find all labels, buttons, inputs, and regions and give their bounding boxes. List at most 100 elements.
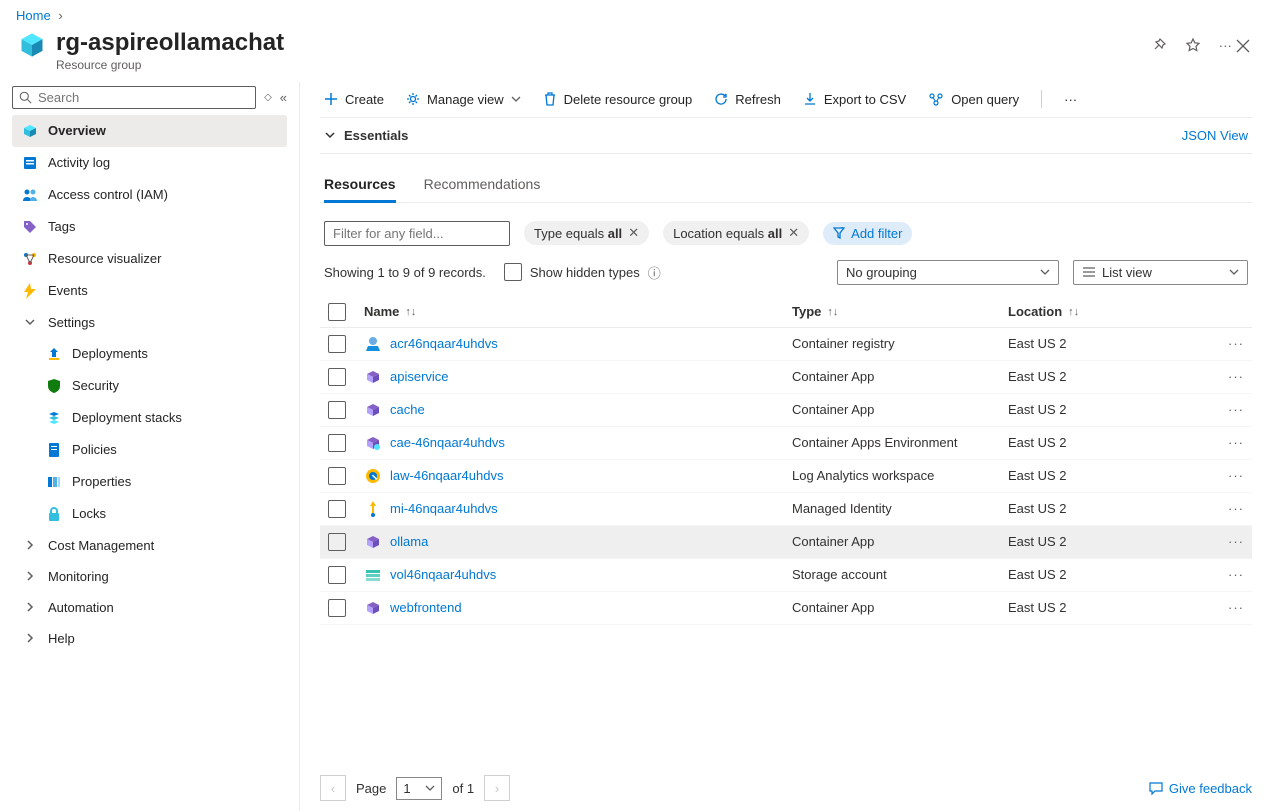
row-more-button[interactable]: ···	[1208, 567, 1244, 582]
sidebar-item-activity-log[interactable]: Activity log	[12, 147, 287, 179]
row-checkbox[interactable]	[328, 434, 346, 452]
resource-link[interactable]: cache	[390, 402, 425, 417]
open-query-button[interactable]: Open query	[928, 90, 1019, 109]
table-row[interactable]: law-46nqaar4uhdvsLog Analytics workspace…	[320, 460, 1252, 493]
row-more-button[interactable]: ···	[1208, 435, 1244, 450]
row-checkbox[interactable]	[328, 368, 346, 386]
show-hidden-checkbox[interactable]	[504, 263, 522, 281]
view-dropdown[interactable]: List view	[1073, 260, 1248, 285]
resource-link[interactable]: mi-46nqaar4uhdvs	[390, 501, 498, 516]
chevron-down-icon	[324, 129, 336, 141]
column-header-type[interactable]: Type↑↓	[792, 304, 1008, 319]
feedback-link[interactable]: Give feedback	[1149, 781, 1252, 796]
close-icon[interactable]: ✕	[628, 225, 639, 241]
row-checkbox[interactable]	[328, 500, 346, 518]
row-more-button[interactable]: ···	[1208, 600, 1244, 615]
create-button[interactable]: Create	[324, 90, 384, 109]
add-filter-button[interactable]: Add filter	[823, 222, 912, 245]
row-checkbox[interactable]	[328, 401, 346, 419]
pin-button[interactable]	[1149, 35, 1169, 55]
row-more-button[interactable]: ···	[1208, 534, 1244, 549]
close-icon[interactable]: ✕	[788, 225, 799, 241]
table-row[interactable]: webfrontendContainer AppEast US 2···	[320, 592, 1252, 625]
row-more-button[interactable]: ···	[1208, 369, 1244, 384]
sidebar-search[interactable]	[12, 86, 256, 109]
table-row[interactable]: apiserviceContainer AppEast US 2···	[320, 361, 1252, 394]
row-more-button[interactable]: ···	[1208, 468, 1244, 483]
resource-link[interactable]: apiservice	[390, 369, 449, 384]
table-row[interactable]: vol46nqaar4uhdvsStorage accountEast US 2…	[320, 559, 1252, 592]
row-more-button[interactable]: ···	[1208, 336, 1244, 351]
more-actions-button[interactable]: ···	[1217, 36, 1234, 55]
row-checkbox[interactable]	[328, 566, 346, 584]
delete-button[interactable]: Delete resource group	[543, 90, 693, 109]
resource-link[interactable]: law-46nqaar4uhdvs	[390, 468, 503, 483]
filter-pill-location[interactable]: Location equals all ✕	[663, 221, 809, 245]
row-checkbox[interactable]	[328, 335, 346, 353]
sidebar-item-locks[interactable]: Locks	[12, 498, 287, 530]
sidebar-search-input[interactable]	[38, 90, 249, 105]
row-checkbox[interactable]	[328, 599, 346, 617]
sidebar-item-policies[interactable]: Policies	[12, 434, 287, 466]
sidebar-item-deployment-stacks[interactable]: Deployment stacks	[12, 402, 287, 434]
sidebar-item-iam[interactable]: Access control (IAM)	[12, 179, 287, 211]
column-header-name[interactable]: Name↑↓	[364, 304, 792, 319]
next-page-button[interactable]: ›	[484, 775, 510, 801]
resource-link[interactable]: vol46nqaar4uhdvs	[390, 567, 496, 582]
sidebar-section-settings[interactable]: Settings	[12, 307, 287, 338]
select-all-checkbox[interactable]	[328, 303, 346, 321]
tab-recommendations[interactable]: Recommendations	[424, 176, 541, 202]
sidebar-section-cost[interactable]: Cost Management	[12, 530, 287, 561]
filter-pill-type[interactable]: Type equals all ✕	[524, 221, 649, 245]
close-button[interactable]	[1234, 37, 1252, 55]
query-icon	[928, 92, 944, 106]
chevron-right-icon	[22, 540, 38, 550]
json-view-link[interactable]: JSON View	[1182, 128, 1248, 143]
row-checkbox[interactable]	[328, 467, 346, 485]
resource-group-icon	[16, 29, 48, 61]
sidebar-section-help[interactable]: Help	[12, 623, 287, 654]
table-row[interactable]: ollamaContainer AppEast US 2···	[320, 526, 1252, 559]
sidebar-item-visualizer[interactable]: Resource visualizer	[12, 243, 287, 275]
info-icon[interactable]: ⓘ	[648, 263, 661, 282]
row-more-button[interactable]: ···	[1208, 501, 1244, 516]
toolbar-more-button[interactable]: ···	[1064, 90, 1077, 109]
resource-link[interactable]: acr46nqaar4uhdvs	[390, 336, 498, 351]
expand-icon[interactable]: ◇	[264, 92, 272, 103]
sidebar-section-automation[interactable]: Automation	[12, 592, 287, 623]
refresh-button[interactable]: Refresh	[714, 90, 781, 109]
favorite-button[interactable]	[1183, 35, 1203, 55]
sidebar-section-monitoring[interactable]: Monitoring	[12, 561, 287, 592]
row-checkbox[interactable]	[328, 533, 346, 551]
breadcrumb-home[interactable]: Home	[16, 8, 51, 23]
prev-page-button[interactable]: ‹	[320, 775, 346, 801]
resource-link[interactable]: cae-46nqaar4uhdvs	[390, 435, 505, 450]
resource-location: East US 2	[1008, 567, 1208, 582]
grouping-dropdown[interactable]: No grouping	[837, 260, 1059, 285]
table-row[interactable]: cae-46nqaar4uhdvsContainer Apps Environm…	[320, 427, 1252, 460]
row-more-button[interactable]: ···	[1208, 402, 1244, 417]
resource-location: East US 2	[1008, 501, 1208, 516]
chevron-down-icon	[425, 783, 435, 793]
resource-link[interactable]: ollama	[390, 534, 428, 549]
filter-input[interactable]	[324, 221, 510, 246]
sidebar-item-properties[interactable]: Properties	[12, 466, 287, 498]
sidebar-item-security[interactable]: Security	[12, 370, 287, 402]
sidebar-item-tags[interactable]: Tags	[12, 211, 287, 243]
page-input[interactable]: 1	[396, 777, 442, 800]
resource-icon	[364, 434, 382, 452]
manage-view-button[interactable]: Manage view	[406, 90, 521, 109]
plus-icon	[324, 92, 338, 106]
export-button[interactable]: Export to CSV	[803, 90, 906, 109]
column-header-location[interactable]: Location↑↓	[1008, 304, 1208, 319]
collapse-sidebar-button[interactable]: «	[280, 90, 287, 105]
tab-resources[interactable]: Resources	[324, 176, 396, 202]
table-row[interactable]: acr46nqaar4uhdvsContainer registryEast U…	[320, 328, 1252, 361]
table-row[interactable]: cacheContainer AppEast US 2···	[320, 394, 1252, 427]
essentials-toggle[interactable]: Essentials	[324, 128, 408, 143]
table-row[interactable]: mi-46nqaar4uhdvsManaged IdentityEast US …	[320, 493, 1252, 526]
resource-link[interactable]: webfrontend	[390, 600, 462, 615]
sidebar-item-overview[interactable]: Overview	[12, 115, 287, 147]
sidebar-item-events[interactable]: Events	[12, 275, 287, 307]
sidebar-item-deployments[interactable]: Deployments	[12, 338, 287, 370]
